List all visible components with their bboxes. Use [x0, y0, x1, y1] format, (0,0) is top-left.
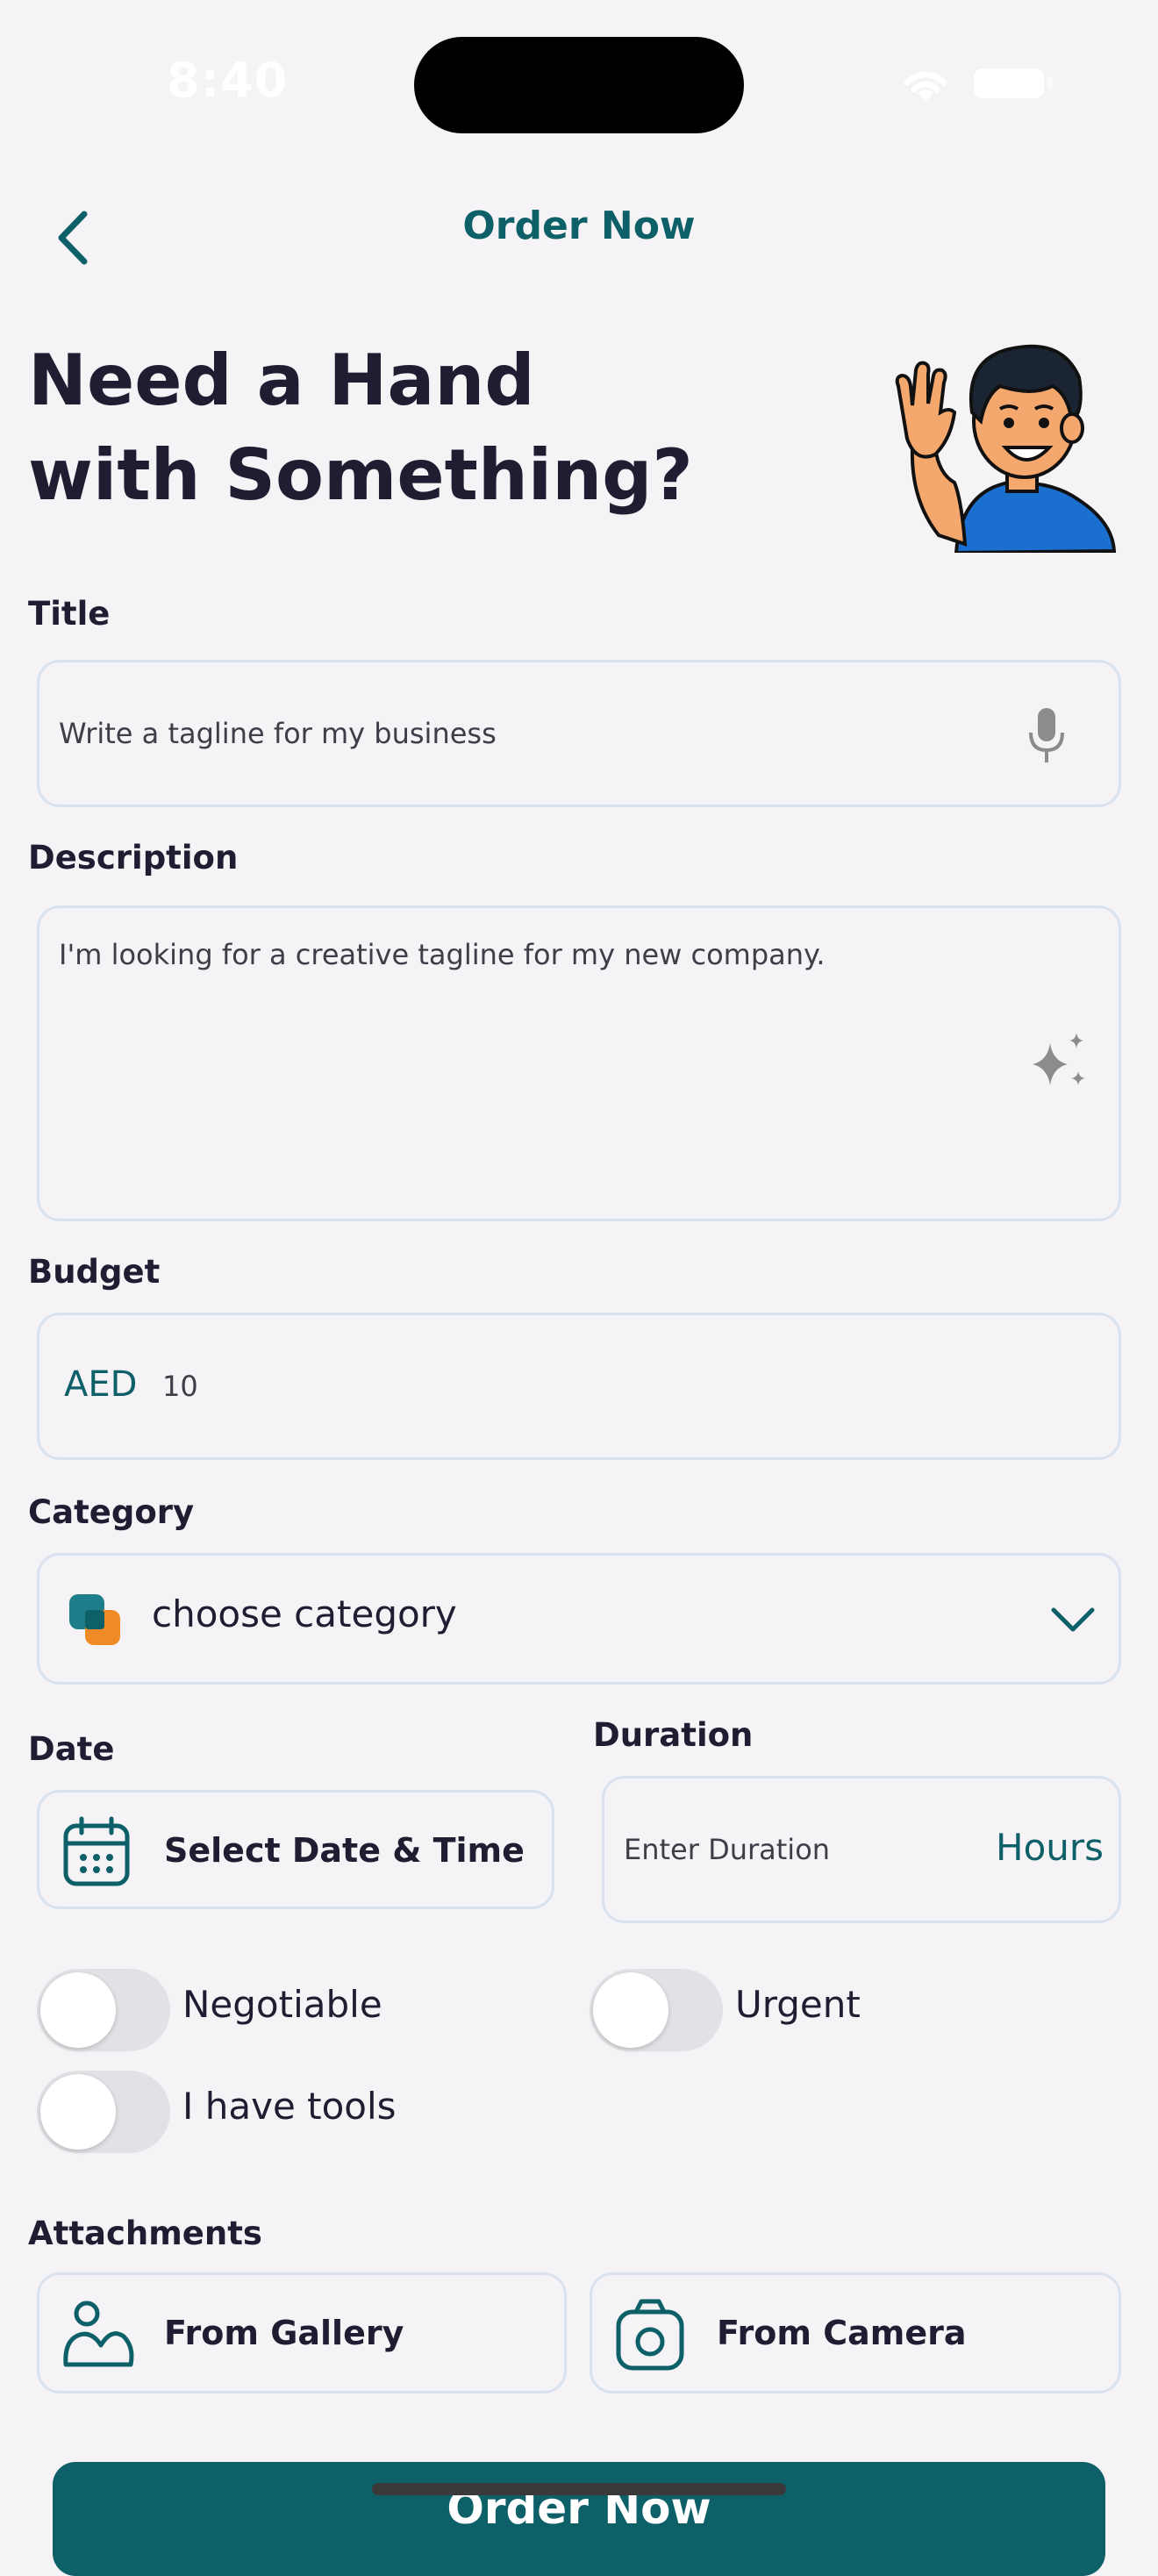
negotiable-label: Negotiable — [182, 1983, 382, 2026]
description-field[interactable]: I'm looking for a creative tagline for m… — [37, 905, 1121, 1221]
camera-button-label: From Camera — [717, 2314, 967, 2352]
camera-icon — [616, 2299, 684, 2371]
date-picker-button[interactable]: Select Date & Time — [37, 1790, 554, 1909]
tools-toggle[interactable] — [37, 2071, 170, 2153]
title-placeholder: Write a tagline for my business — [59, 717, 497, 750]
date-button-label: Select Date & Time — [164, 1831, 525, 1870]
gallery-button-label: From Gallery — [164, 2314, 404, 2352]
duration-label: Duration — [593, 1716, 754, 1754]
sparkles-icon[interactable] — [1029, 1031, 1090, 1092]
attachments-label: Attachments — [28, 2215, 262, 2252]
category-label: Category — [28, 1493, 195, 1531]
budget-value: 10 — [162, 1370, 198, 1403]
urgent-label: Urgent — [735, 1983, 861, 2026]
duration-placeholder: Enter Duration — [624, 1833, 831, 1866]
wifi-icon — [904, 71, 947, 102]
dynamic-island — [414, 37, 744, 133]
chevron-down-icon — [1051, 1607, 1095, 1632]
hero-heading: Need a Hand with Something? — [28, 333, 693, 523]
battery-tip — [1047, 77, 1053, 89]
toggle-knob — [40, 1972, 116, 2048]
battery-icon — [974, 68, 1044, 98]
hero-line-1: Need a Hand — [28, 340, 535, 421]
tools-label: I have tools — [182, 2085, 397, 2128]
toggle-knob — [40, 2074, 116, 2150]
category-select[interactable]: choose category — [37, 1553, 1121, 1685]
date-label: Date — [28, 1730, 115, 1768]
description-placeholder: I'm looking for a creative tagline for m… — [59, 938, 826, 971]
page-title: Order Now — [462, 204, 696, 248]
duration-unit: Hours — [996, 1826, 1104, 1869]
budget-label: Budget — [28, 1253, 161, 1291]
urgent-toggle[interactable] — [590, 1969, 723, 2051]
status-time: 8:40 — [167, 53, 289, 108]
waving-man-illustration — [895, 344, 1117, 553]
calendar-icon — [63, 1816, 130, 1886]
order-now-button[interactable]: Order Now — [53, 2462, 1105, 2576]
budget-field[interactable]: AED 10 — [37, 1313, 1121, 1460]
microphone-icon[interactable] — [1027, 706, 1066, 764]
from-camera-button[interactable]: From Camera — [590, 2272, 1121, 2394]
home-indicator — [372, 2483, 786, 2495]
category-icon — [69, 1594, 120, 1645]
negotiable-toggle[interactable] — [37, 1969, 170, 2051]
title-field[interactable]: Write a tagline for my business — [37, 660, 1121, 807]
category-placeholder: choose category — [152, 1592, 457, 1635]
title-label: Title — [28, 595, 111, 633]
hero-line-2: with Something? — [28, 434, 693, 516]
toggle-knob — [593, 1972, 668, 2048]
from-gallery-button[interactable]: From Gallery — [37, 2272, 567, 2394]
gallery-icon — [63, 2301, 134, 2367]
currency-label: AED — [64, 1364, 138, 1405]
duration-field[interactable]: Enter Duration Hours — [602, 1776, 1121, 1923]
description-label: Description — [28, 839, 239, 877]
